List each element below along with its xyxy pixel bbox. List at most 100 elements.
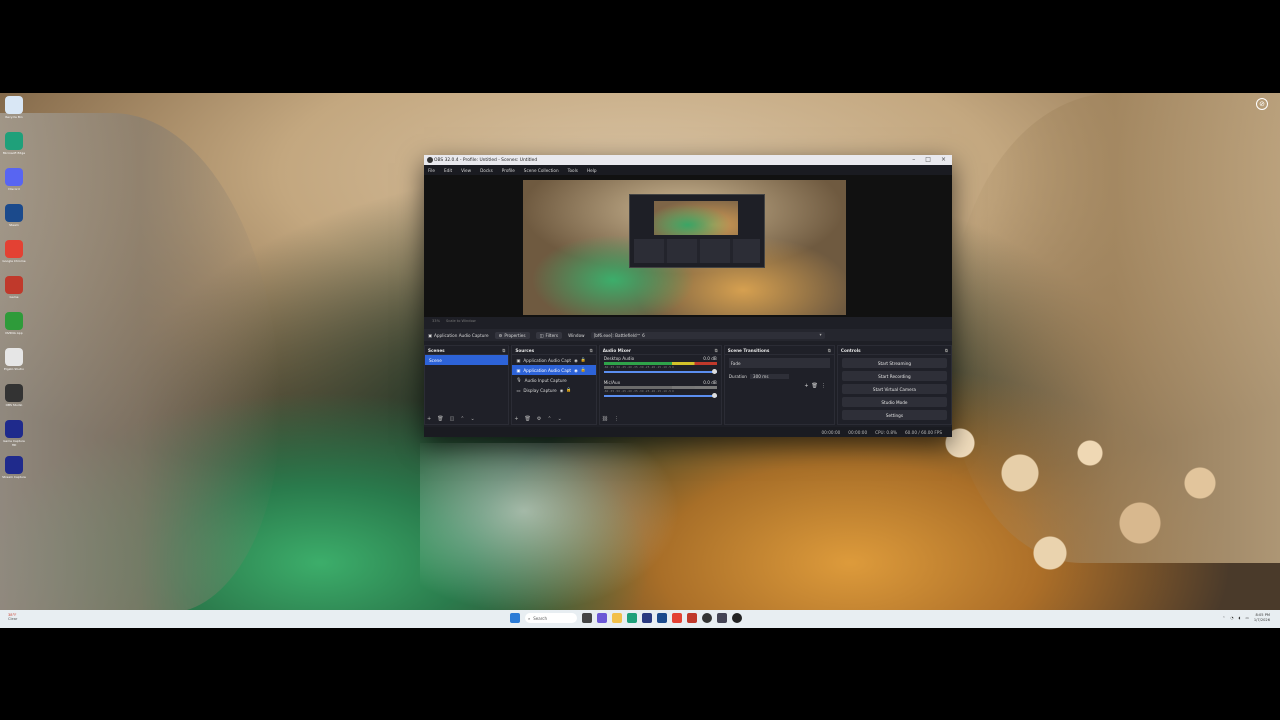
up-icon[interactable]: ⌃ — [460, 416, 464, 422]
edge-icon[interactable] — [627, 613, 637, 623]
network-icon[interactable]: ◔ — [1230, 616, 1233, 620]
channel-name: Desktop Audio — [603, 355, 635, 361]
corner-widget-icon[interactable]: ⊘ — [1256, 98, 1268, 110]
desktop-icon-capture[interactable]: Game Capture HD — [3, 420, 25, 447]
source-item[interactable]: ▭ Display Capture ◉ 🔒 — [512, 385, 595, 395]
weather-widget[interactable]: 38°F Clear — [8, 613, 17, 621]
file-explorer-icon[interactable] — [612, 613, 622, 623]
minimize-icon[interactable]: – — [912, 156, 915, 163]
start-streaming-button[interactable]: Start Streaming — [841, 358, 947, 368]
transition-actions: + 🗑 ⋮ — [725, 381, 834, 391]
studio-mode-button[interactable]: Studio Mode — [841, 397, 947, 407]
preview-area — [424, 175, 952, 317]
lock-icon[interactable]: 🔒 — [581, 367, 586, 373]
obs-titlebar[interactable]: OBS 32.0.4 - Profile: Untitled - Scenes:… — [424, 155, 952, 165]
desktop-icon-file[interactable]: Elgato Studio — [4, 348, 24, 371]
source-item[interactable]: 🎙 Audio Input Capture — [512, 375, 595, 385]
clock[interactable]: 8:05 PM 1/7/2026 — [1254, 613, 1270, 622]
duration-input[interactable]: 300 ms — [749, 373, 789, 379]
dock-float-icon[interactable]: ⧉ — [945, 348, 948, 353]
chevron-up-icon[interactable]: ⌃ — [1222, 616, 1225, 620]
desktop-icon-label: Google Chrome — [2, 259, 26, 263]
duration-label: Duration — [728, 373, 747, 379]
desktop-icon-edge[interactable]: Microsoft Edge — [3, 132, 25, 155]
settings-button[interactable]: Settings — [841, 410, 947, 420]
scene-transitions-dock: Scene Transitions ⧉ Fade Duration 300 ms +… — [723, 345, 835, 425]
filters-button[interactable]: ◫ Filters — [535, 331, 563, 339]
obs-icon[interactable] — [702, 613, 712, 623]
menu-bar: File Edit View Docks Profile Scene Colle… — [424, 165, 952, 175]
preview-zoom[interactable]: 33% Scale to Window — [432, 319, 476, 323]
menu-profile[interactable]: Profile — [502, 168, 515, 173]
media-icon[interactable] — [732, 613, 742, 623]
down-icon[interactable]: ⌄ — [471, 416, 475, 422]
app-audio-icon: ▣ — [516, 367, 521, 373]
link-icon[interactable]: ⛓ — [602, 416, 608, 422]
properties-label: Properties — [504, 332, 526, 338]
start-icon[interactable] — [510, 613, 520, 623]
chrome-icon[interactable] — [672, 613, 682, 623]
add-icon[interactable]: + — [804, 383, 808, 389]
menu-edit[interactable]: Edit — [444, 168, 452, 173]
volume-slider[interactable] — [603, 369, 717, 374]
source-item[interactable]: ▣ Application Audio Capt ◉ 🔒 — [512, 365, 596, 375]
store-icon[interactable] — [642, 613, 652, 623]
volume-slider[interactable] — [603, 393, 717, 398]
start-virtual-camera-button[interactable]: Start Virtual Camera — [841, 384, 947, 394]
desktop-icon-obs[interactable]: OBS Studio — [5, 384, 23, 407]
dock-float-icon[interactable]: ⧉ — [590, 348, 593, 353]
source-item[interactable]: ▣ Application Audio Capt ◉ 🔒 — [512, 355, 595, 365]
desktop-icon-steam[interactable]: Steam — [5, 204, 23, 227]
copilot-icon[interactable] — [597, 613, 607, 623]
maximize-icon[interactable]: □ — [925, 156, 931, 163]
menu-file[interactable]: File — [428, 168, 435, 173]
more-icon[interactable]: ⋮ — [614, 416, 619, 422]
eye-icon[interactable]: ◉ — [574, 358, 578, 363]
task-view-icon[interactable] — [582, 613, 592, 623]
window-select[interactable]: [bf6.exe]: Battlefield™ 6 — [590, 331, 825, 339]
dock-float-icon[interactable]: ⧉ — [828, 348, 831, 353]
battery-icon[interactable]: ▭ — [1245, 616, 1248, 620]
volume-meter — [603, 362, 717, 365]
gear-icon[interactable]: ⚙ — [537, 416, 541, 422]
desktop-icon-recycle-bin[interactable]: Recycle Bin — [5, 96, 23, 119]
preview-canvas[interactable] — [523, 180, 846, 315]
lock-icon[interactable]: 🔒 — [581, 357, 586, 363]
game-icon[interactable] — [687, 613, 697, 623]
volume-icon[interactable]: ◖ — [1239, 616, 1241, 620]
dock-float-icon[interactable]: ⧉ — [715, 348, 718, 353]
zoom-mode: Scale to Window — [446, 319, 476, 323]
transition-select[interactable]: Fade — [728, 358, 830, 368]
filter-icon[interactable]: ◫ — [450, 416, 455, 422]
lock-icon[interactable]: 🔒 — [566, 387, 571, 393]
scene-item-label: Scene — [429, 357, 442, 363]
desktop-icon-chrome[interactable]: Google Chrome — [2, 240, 26, 263]
start-recording-button[interactable]: Start Recording — [841, 371, 947, 381]
close-icon[interactable]: × — [941, 156, 946, 163]
menu-docks[interactable]: Docks — [480, 168, 493, 173]
eye-icon[interactable]: ◉ — [574, 368, 578, 373]
menu-tools[interactable]: Tools — [568, 168, 578, 173]
desktop-icon-4k[interactable]: Stream Capture — [2, 456, 26, 479]
more-icon[interactable]: ⋮ — [821, 383, 826, 389]
trash-icon[interactable]: 🗑 — [437, 416, 443, 422]
desktop-icon-discord[interactable]: Discord — [5, 168, 23, 191]
desktop-icon-game[interactable]: Game — [5, 276, 23, 299]
trash-icon[interactable]: 🗑 — [812, 383, 818, 389]
menu-help[interactable]: Help — [587, 168, 597, 173]
menu-view[interactable]: View — [461, 168, 471, 173]
app-icon[interactable] — [657, 613, 667, 623]
add-icon[interactable]: + — [427, 416, 431, 422]
down-icon[interactable]: ⌄ — [558, 416, 562, 422]
eye-icon[interactable]: ◉ — [560, 388, 564, 393]
dock-float-icon[interactable]: ⧉ — [502, 348, 505, 353]
properties-button[interactable]: ⚙ Properties — [494, 331, 530, 339]
trash-icon[interactable]: 🗑 — [525, 416, 531, 422]
add-icon[interactable]: + — [514, 416, 518, 422]
menu-scene-collection[interactable]: Scene Collection — [524, 168, 559, 173]
settings-icon[interactable] — [717, 613, 727, 623]
search-box[interactable]: ⌕ Search — [525, 613, 577, 623]
scene-item[interactable]: Scene — [425, 355, 509, 365]
desktop-icon-nvidia[interactable]: NVIDIA App — [5, 312, 23, 335]
up-icon[interactable]: ⌃ — [547, 416, 551, 422]
